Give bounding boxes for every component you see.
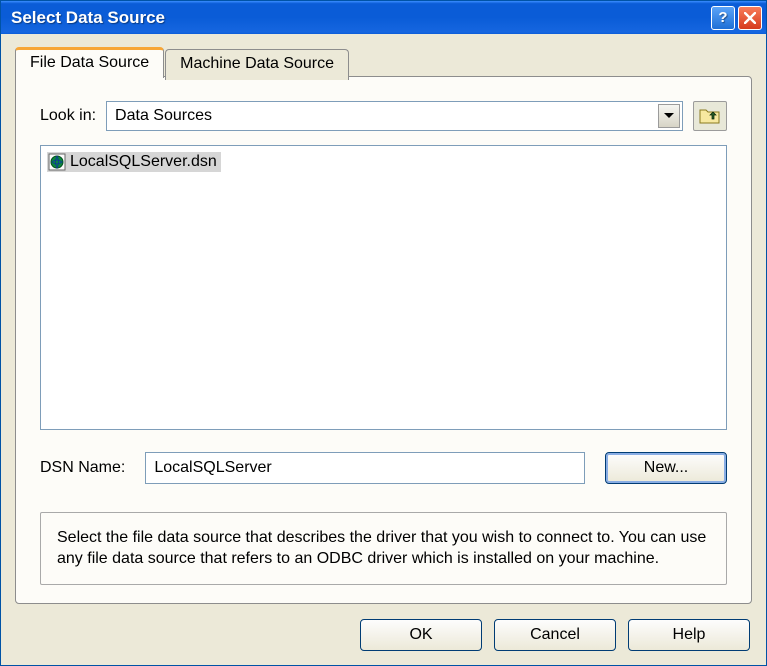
folder-up-button[interactable] <box>693 101 727 131</box>
lookin-value: Data Sources <box>115 107 658 125</box>
tab-label: Machine Data Source <box>180 55 334 72</box>
cancel-button[interactable]: Cancel <box>494 619 616 651</box>
tab-label: File Data Source <box>30 54 149 71</box>
new-button[interactable]: New... <box>605 452 727 484</box>
help-button[interactable]: Help <box>628 619 750 651</box>
dsn-file-icon <box>48 153 66 171</box>
file-list[interactable]: LocalSQLServer.dsn <box>40 145 727 430</box>
file-name: LocalSQLServer.dsn <box>70 153 217 171</box>
info-content: Select the file data source that describ… <box>57 529 706 568</box>
dsn-label: DSN Name: <box>40 459 125 477</box>
dsn-name-input[interactable] <box>145 452 585 484</box>
tab-file-data-source[interactable]: File Data Source <box>15 47 164 78</box>
tab-machine-data-source[interactable]: Machine Data Source <box>165 49 349 80</box>
ok-button[interactable]: OK <box>360 619 482 651</box>
titlebar-buttons: ? <box>711 6 762 30</box>
tab-strip: File Data Source Machine Data Source <box>15 46 752 77</box>
chevron-down-icon[interactable] <box>658 104 680 128</box>
folder-up-icon <box>699 107 721 125</box>
list-item[interactable]: LocalSQLServer.dsn <box>47 152 221 172</box>
lookin-combo[interactable]: Data Sources <box>106 101 683 131</box>
titlebar: Select Data Source ? <box>1 1 766 34</box>
lookin-label: Look in: <box>40 107 96 125</box>
lookin-row: Look in: Data Sources <box>40 101 727 131</box>
dialog-window: Select Data Source ? File Data Source Ma… <box>0 0 767 666</box>
window-title: Select Data Source <box>11 8 711 28</box>
help-icon[interactable]: ? <box>711 6 735 30</box>
client-area: File Data Source Machine Data Source Loo… <box>1 34 766 665</box>
close-icon[interactable] <box>738 6 762 30</box>
dialog-footer: OK Cancel Help <box>15 619 752 651</box>
tab-body: Look in: Data Sources <box>15 76 752 604</box>
info-text: Select the file data source that describ… <box>40 512 727 585</box>
dsn-row: DSN Name: New... <box>40 452 727 484</box>
